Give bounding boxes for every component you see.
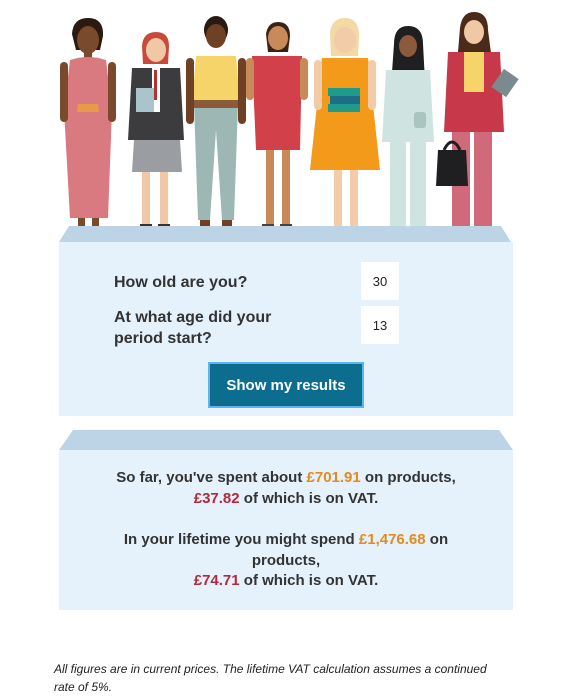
results-panel-top (59, 430, 513, 450)
figure-woman-orange-dress-books (310, 18, 380, 239)
figure-woman-red-suit-handbag (436, 12, 519, 238)
spent-so-far-line: So far, you've spent about £701.91 on pr… (116, 469, 456, 486)
spent-vat-line: £37.82 of which is on VAT. (193, 490, 379, 507)
lifetime-products-line: products, (251, 552, 321, 569)
lifetime-spend-line: In your lifetime you might spend £1,476.… (123, 531, 449, 548)
period-age-input[interactable] (361, 306, 399, 344)
period-question-line-1: At what age did your (114, 309, 272, 326)
lifetime-vat-amount: £74.71 (193, 572, 240, 589)
figure-schoolgirl-uniform (128, 32, 184, 238)
age-input[interactable] (361, 262, 399, 300)
figure-woman-hijab-suit (382, 26, 434, 238)
spent-amount: £701.91 (306, 469, 361, 486)
spent-vat-amount: £37.82 (193, 490, 240, 507)
figure-woman-red-dress (246, 22, 308, 238)
period-question-line-2: period start? (114, 330, 212, 347)
lifetime-vat-line: £74.71 of which is on VAT. (193, 572, 379, 589)
stage-top (59, 226, 511, 242)
period-age-question-label: At what age did your period start? (114, 307, 304, 349)
women-illustration (60, 12, 519, 239)
show-results-button[interactable]: Show my results (208, 362, 364, 408)
lifetime-amount: £1,476.68 (358, 531, 426, 548)
figure-woman-yellow-top (186, 16, 246, 238)
footnote: All figures are in current prices. The l… (54, 662, 487, 694)
figure-woman-pink-dress (60, 18, 116, 237)
age-question-label: How old are you? (114, 274, 248, 291)
